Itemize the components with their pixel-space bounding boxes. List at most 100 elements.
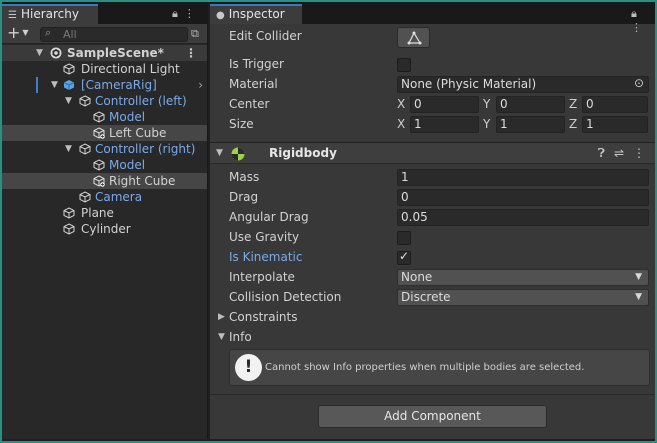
prefab-override-marker [36,77,38,93]
hierarchy-tab-tools: 🔒︎⋮ [172,7,201,21]
help-icon[interactable]: ❓︎ [598,146,605,160]
expand-arrow-icon[interactable]: ▼ [65,141,72,157]
material-row: Material None (Physic Material) ⊙ [210,74,655,94]
edit-collider-button[interactable] [397,27,430,48]
search-input[interactable]: ⌕ All [40,26,188,42]
search-placeholder: All [63,28,77,41]
foldout-arrow-icon[interactable]: ▶ [218,312,225,322]
object-picker-icon[interactable]: ⊙ [634,76,644,91]
expand-arrow-icon[interactable]: ▼ [51,77,58,93]
chevron-down-icon: ▼ [635,272,642,282]
inspector-panel: ● Inspector 🔒︎⋮ Edit Collider Is Trigger … [210,2,655,439]
is-kinematic-row: Is Kinematic ✓ [210,247,655,267]
center-row: Center X0 Y0 Z0 [210,94,655,114]
foldout-arrow-icon[interactable]: ▼ [216,148,223,158]
checkmark-icon: ✓ [399,249,410,263]
size-label: Size [229,117,254,131]
tab-inspector[interactable]: ● Inspector [210,4,302,24]
inspector-tab-label: Inspector [228,7,285,21]
edit-collider-label: Edit Collider [229,29,302,43]
tree-item[interactable]: Cylinder [2,221,207,237]
mass-input[interactable]: 1 [397,169,649,186]
constraints-foldout[interactable]: ▶ Constraints [210,307,655,327]
interpolate-dropdown[interactable]: None ▼ [397,269,649,286]
tree-item[interactable]: Right Cube [2,173,207,189]
use-gravity-label: Use Gravity [229,230,300,244]
preset-icon[interactable]: ⇌ [614,146,624,160]
info-label: Info [229,330,252,344]
tree-item[interactable]: ▼ Controller (right) [2,141,207,157]
info-icon: ● [216,10,225,21]
chevron-right-icon[interactable]: › [198,77,203,93]
is-trigger-checkbox[interactable] [397,58,411,72]
tree-item-label: Controller (right) [95,142,196,156]
collision-detection-dropdown[interactable]: Discrete ▼ [397,289,649,306]
expand-arrow-icon[interactable]: ▼ [36,45,43,61]
is-kinematic-label: Is Kinematic [229,250,303,264]
chevron-down-icon: ▼ [635,292,642,302]
material-value: None (Physic Material) [401,77,537,91]
info-message: Cannot show Info properties when multipl… [265,362,585,373]
tree-item[interactable]: Left Cube [2,125,207,141]
mass-row: Mass 1 [210,167,655,187]
add-component-button[interactable]: Add Component [318,405,547,428]
size-z-input[interactable]: 1 [582,116,648,133]
center-z-input[interactable]: 0 [582,96,648,113]
foldout-arrow-icon[interactable]: ▼ [218,332,225,342]
gameobject-icon [63,223,75,235]
tree-item-label: Left Cube [109,126,167,140]
tree-item[interactable]: Camera [2,189,207,205]
tree-item[interactable]: ▼ Controller (left) [2,93,207,109]
tree-item[interactable]: Plane [2,205,207,221]
size-y-input[interactable]: 1 [496,116,565,133]
material-field[interactable]: None (Physic Material) ⊙ [397,76,649,93]
mass-label: Mass [229,170,260,184]
center-label: Center [229,97,270,111]
axis-y-label: Y [483,97,491,111]
prefab-icon [79,143,91,155]
gameobject-icon [63,207,75,219]
tree-item-label: Camera [95,190,143,204]
tree-item-label: Model [109,158,146,172]
rigidbody-title: Rigidbody [269,146,337,160]
hierarchy-tabbar: ☰ Hierarchy 🔒︎⋮ [2,2,207,24]
axis-y-label: Y [483,117,491,131]
tree-item[interactable]: ▼ [CameraRig] › [2,77,207,93]
more-icon[interactable]: ⋮ [184,7,201,20]
angular-drag-row: Angular Drag 0.05 [210,207,655,227]
is-kinematic-checkbox[interactable]: ✓ [397,249,411,265]
tree-item[interactable]: Model [2,109,207,125]
axis-x-label: X [397,97,406,111]
lock-icon[interactable]: 🔒︎ [631,7,643,20]
drag-input[interactable]: 0 [397,189,649,206]
use-gravity-checkbox[interactable] [397,231,411,245]
create-button[interactable]: + ▼ [7,25,29,44]
use-gravity-row: Use Gravity [210,227,655,247]
more-icon[interactable]: ⋮ [633,146,645,160]
scene-row[interactable]: ▼ SampleScene* ⋮ [2,45,207,61]
edit-collider-icon [407,31,422,45]
tree-item-label: Cylinder [81,222,131,236]
interpolate-value: None [401,270,433,284]
center-x-input[interactable]: 0 [410,96,479,113]
warning-info-icon: ! [235,354,262,381]
collision-detection-row: Collision Detection Discrete ▼ [210,287,655,307]
scene-more-icon[interactable]: ⋮ [185,45,197,61]
rigidbody-header[interactable]: ▼ Rigidbody ❓︎ ⇌ ⋮ [210,142,655,164]
expand-arrow-icon[interactable]: ▼ [65,93,72,109]
center-y-input[interactable]: 0 [496,96,565,113]
constraints-label: Constraints [229,310,298,324]
angular-drag-input[interactable]: 0.05 [397,209,649,226]
hierarchy-toolbar: + ▼ ⌕ All ⧉ [2,24,207,44]
info-foldout[interactable]: ▼ Info [210,327,655,347]
edit-collider-row: Edit Collider [210,25,655,49]
size-x-input[interactable]: 1 [410,116,479,133]
lock-icon[interactable]: 🔒︎ [172,7,184,20]
tab-hierarchy[interactable]: ☰ Hierarchy [2,4,98,24]
tree-item[interactable]: Directional Light [2,61,207,77]
prefab-icon [79,95,91,107]
prefab-icon [93,159,105,171]
scene-search-icon[interactable]: ⧉ [191,27,199,41]
angular-drag-label: Angular Drag [229,210,309,224]
tree-item[interactable]: Model [2,157,207,173]
